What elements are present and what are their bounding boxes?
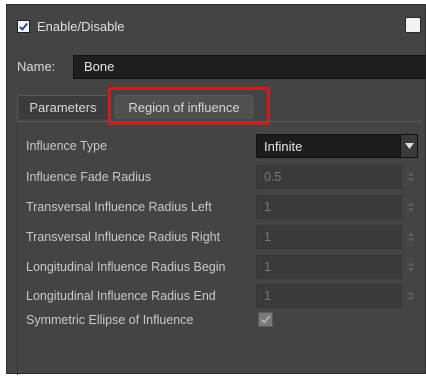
fade-radius-field[interactable]: 0.5: [256, 165, 402, 189]
trans-right-spinner[interactable]: [406, 228, 416, 246]
long-end-spinner[interactable]: [406, 287, 416, 305]
enable-row: Enable/Disable: [17, 17, 124, 35]
trans-left-field[interactable]: 1: [256, 195, 402, 219]
tab-region-of-influence[interactable]: Region of influence: [115, 95, 253, 119]
chevron-down-icon: [404, 143, 414, 149]
symmetric-row: Symmetric Ellipse of Influence: [18, 310, 421, 334]
name-label: Name:: [17, 59, 56, 74]
long-end-field[interactable]: 1: [256, 284, 402, 308]
region-of-influence-content: Influence Type Infinite Influence Fade R…: [17, 121, 421, 375]
tab-parameters[interactable]: Parameters: [17, 95, 109, 119]
trans-right-label: Transversal Influence Radius Right: [26, 230, 221, 244]
color-swatch[interactable]: [405, 17, 421, 33]
layer-properties-panel: Enable/Disable Name: Bone Parameters Reg…: [6, 4, 426, 375]
long-end-row: Longitudinal Influence Radius End 1: [18, 284, 421, 308]
enable-checkbox[interactable]: [17, 19, 30, 33]
long-begin-row: Longitudinal Influence Radius Begin 1: [18, 255, 421, 279]
symmetric-checkbox[interactable]: [258, 312, 273, 327]
influence-type-select[interactable]: Infinite: [256, 134, 418, 158]
name-row: Name: Bone: [7, 55, 426, 79]
symmetric-label: Symmetric Ellipse of Influence: [26, 313, 194, 327]
influence-type-row: Influence Type Infinite: [18, 134, 421, 158]
long-begin-field[interactable]: 1: [256, 255, 402, 279]
checkmark-icon: [19, 22, 28, 31]
name-field[interactable]: Bone: [73, 55, 426, 79]
trans-right-field[interactable]: 1: [256, 225, 402, 249]
fade-radius-spinner[interactable]: [406, 168, 416, 186]
influence-type-value: Infinite: [264, 139, 303, 154]
influence-type-label: Influence Type: [26, 139, 108, 153]
dropdown-button[interactable]: [400, 135, 417, 157]
checkmark-icon: [261, 315, 270, 324]
long-begin-spinner[interactable]: [406, 258, 416, 276]
fade-radius-row: Influence Fade Radius 0.5: [18, 165, 421, 189]
long-begin-label: Longitudinal Influence Radius Begin: [26, 260, 226, 274]
trans-left-spinner[interactable]: [406, 198, 416, 216]
enable-label: Enable/Disable: [37, 18, 125, 34]
long-end-label: Longitudinal Influence Radius End: [26, 289, 216, 303]
trans-left-label: Transversal Influence Radius Left: [26, 200, 212, 214]
fade-radius-label: Influence Fade Radius: [26, 170, 152, 184]
trans-right-row: Transversal Influence Radius Right 1: [18, 225, 421, 249]
trans-left-row: Transversal Influence Radius Left 1: [18, 195, 421, 219]
